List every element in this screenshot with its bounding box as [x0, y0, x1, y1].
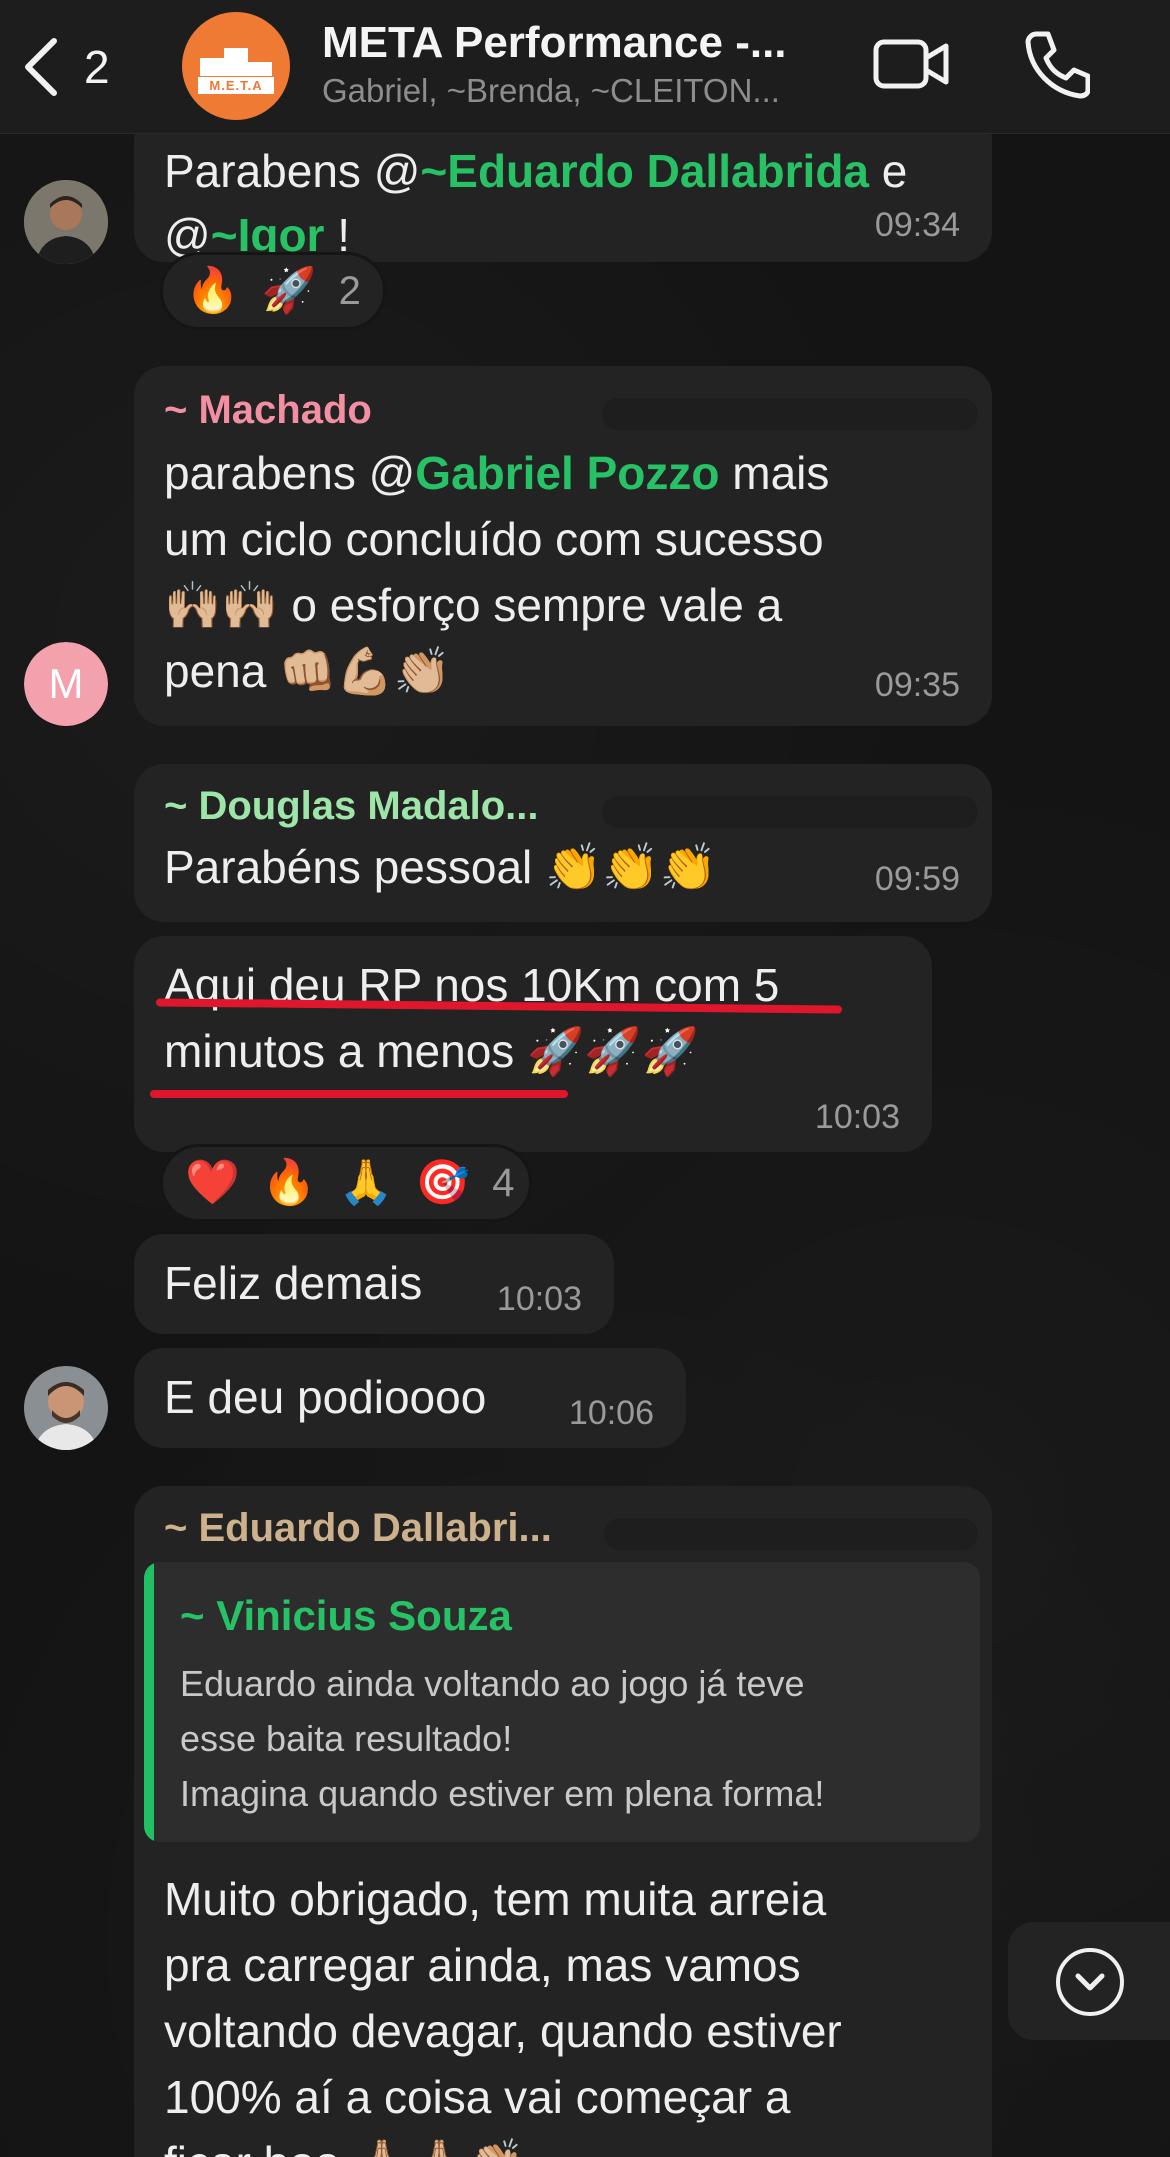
chevron-down-icon: [1056, 1948, 1124, 2016]
fire-emoji-reaction: 🔥: [185, 265, 240, 316]
avatar[interactable]: M: [24, 642, 108, 726]
reaction-count: 2: [338, 268, 361, 313]
pray-emoji-reaction: 🙏: [338, 1157, 394, 1208]
quoted-message[interactable]: ~ Vinicius Souza Eduardo ainda voltando …: [144, 1562, 980, 1842]
message-text: parabens @Gabriel Pozzo mais: [164, 447, 830, 499]
message-bubble[interactable]: ~ Machado parabens @Gabriel Pozzo mais u…: [134, 366, 992, 726]
message-text: ficar boa 🙏🏼🙏🏼👏🏼: [164, 2130, 525, 2157]
voice-call-button[interactable]: [1022, 28, 1091, 100]
target-emoji-reaction: 🎯: [415, 1157, 471, 1208]
sender-phone-placeholder: [604, 1518, 978, 1550]
unread-count: 2: [84, 41, 110, 93]
message-text: Feliz demais: [164, 1257, 423, 1309]
reactions-bar[interactable]: 🔥 🚀 2: [160, 252, 386, 330]
red-underline-annotation: [150, 1090, 568, 1098]
message-text: Muito obrigado, tem muita arreia: [164, 1873, 827, 1925]
chevron-left-icon: [25, 38, 57, 96]
message-text: minutos a menos 🚀🚀🚀: [164, 1025, 699, 1077]
quoted-sender: ~ Vinicius Souza: [180, 1592, 512, 1639]
person-avatar-icon: [24, 1366, 108, 1450]
fire-emoji-reaction: 🔥: [261, 1157, 317, 1208]
message-bubble[interactable]: E deu podioooo 10:06: [134, 1348, 686, 1448]
message-bubble[interactable]: ~ Eduardo Dallabri... ~ Vinicius Souza E…: [134, 1486, 992, 2157]
message-text: voltando devagar, quando estiver: [164, 2005, 842, 2057]
podium-logo-icon: M.E.T.A: [198, 38, 274, 94]
group-title[interactable]: META Performance -...: [322, 18, 787, 68]
message-bubble[interactable]: Aqui deu RP nos 10Km com 5 minutos a men…: [134, 936, 932, 1152]
group-members[interactable]: Gabriel, ~Brenda, ~CLEITON...: [322, 72, 780, 110]
message-time: 10:06: [568, 1394, 654, 1432]
message-time: 10:03: [496, 1280, 582, 1318]
video-call-button[interactable]: [872, 32, 952, 96]
sender-name[interactable]: ~ Machado: [164, 388, 372, 433]
person-avatar-icon: [24, 180, 108, 264]
reaction-count: 4: [492, 1160, 515, 1205]
mention-link[interactable]: ~Eduardo Dallabrida: [420, 145, 869, 197]
group-avatar[interactable]: M.E.T.A: [182, 12, 290, 120]
heart-emoji-reaction: ❤️: [185, 1157, 240, 1208]
mention-link[interactable]: Gabriel Pozzo: [415, 447, 719, 499]
avatar[interactable]: [24, 180, 108, 264]
message-time: 09:34: [874, 206, 960, 244]
message-text: 🙌🏼🙌🏼 o esforço sempre vale a: [164, 579, 783, 631]
message-time: 09:59: [874, 860, 960, 898]
message-time: 10:03: [814, 1098, 900, 1136]
message-time: 09:35: [874, 666, 960, 704]
video-camera-icon: [873, 39, 949, 89]
message-text: pra carregar ainda, mas vamos: [164, 1939, 801, 1991]
sender-phone-placeholder: [602, 398, 978, 430]
message-bubble[interactable]: ~ Douglas Madalo... Parabéns pessoal 👏👏👏…: [134, 764, 992, 922]
message-text: Parabens @~Eduardo Dallabrida e: [164, 145, 908, 197]
quoted-text: Eduardo ainda voltando ao jogo já teve e…: [180, 1663, 825, 1814]
sender-phone-placeholder: [602, 796, 978, 828]
phone-icon: [1025, 31, 1091, 99]
message-text: Parabéns pessoal 👏👏👏: [164, 841, 717, 893]
quote-accent-bar: [144, 1562, 154, 1842]
rocket-emoji-reaction: 🚀: [261, 265, 317, 316]
reactions-bar[interactable]: ❤️ 🔥 🙏 🎯 4: [160, 1144, 532, 1222]
sender-name[interactable]: ~ Douglas Madalo...: [164, 784, 539, 829]
back-button[interactable]: 2: [20, 30, 130, 104]
message-bubble[interactable]: Feliz demais 10:03: [134, 1234, 614, 1334]
message-text: pena 👊🏼💪🏼👏🏼: [164, 645, 451, 697]
message-text: 100% aí a coisa vai começar a: [164, 2071, 791, 2123]
sender-name[interactable]: ~ Eduardo Dallabri...: [164, 1506, 552, 1551]
avatar[interactable]: [24, 1366, 108, 1450]
message-text: um ciclo concluído com sucesso: [164, 513, 824, 565]
message-text: E deu podioooo: [164, 1371, 487, 1423]
avatar-letter: M: [24, 642, 108, 726]
scroll-to-bottom-button[interactable]: [1008, 1922, 1170, 2040]
chat-header: 2 M.E.T.A META Performance -... Gabriel,…: [0, 0, 1170, 134]
